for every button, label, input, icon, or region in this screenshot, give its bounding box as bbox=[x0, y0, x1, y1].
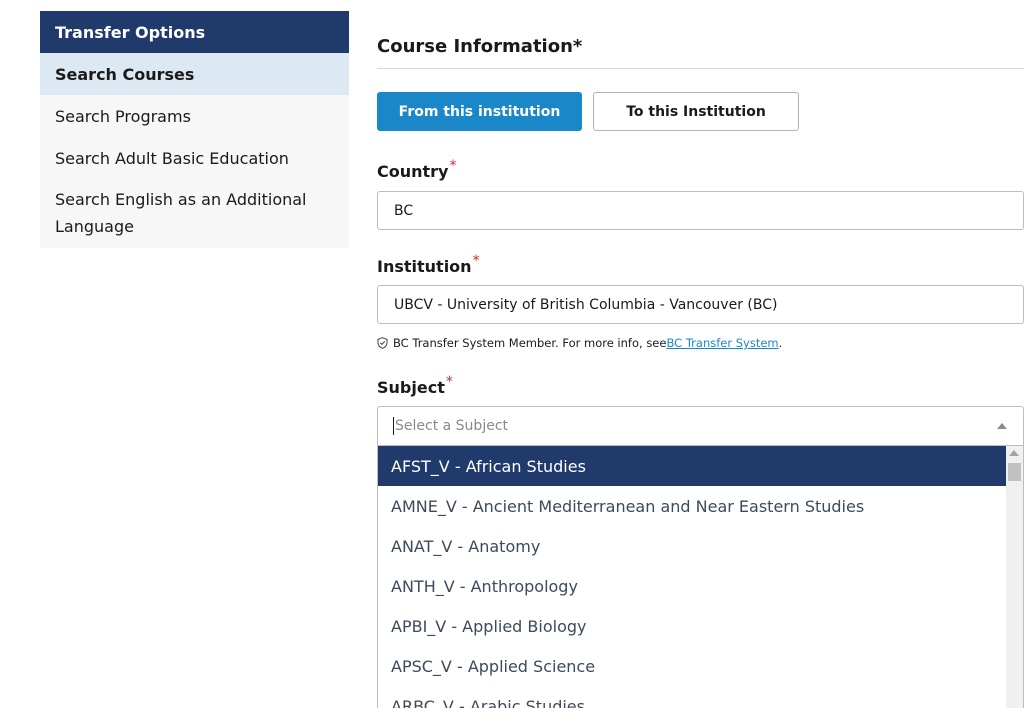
subject-label: Subject* bbox=[377, 374, 453, 397]
subject-option[interactable]: ANTH_V - Anthropology bbox=[378, 566, 1006, 606]
subject-option[interactable]: AMNE_V - Ancient Mediterranean and Near … bbox=[378, 486, 1006, 526]
scrollbar-thumb[interactable] bbox=[1008, 463, 1021, 481]
scroll-up-icon[interactable] bbox=[1009, 450, 1019, 456]
sidebar-nav: Transfer Options Search Courses Search P… bbox=[40, 11, 349, 248]
required-mark: * bbox=[445, 374, 453, 390]
subject-option[interactable]: ANAT_V - Anatomy bbox=[378, 526, 1006, 566]
text-cursor bbox=[393, 417, 394, 435]
shield-check-icon bbox=[377, 337, 388, 349]
sidebar-item-search-eal[interactable]: Search English as an Additional Language bbox=[40, 179, 349, 248]
subject-placeholder: Select a Subject bbox=[395, 418, 509, 434]
membership-info: BC Transfer System Member. For more info… bbox=[377, 336, 782, 350]
institution-label: Institution* bbox=[377, 253, 480, 276]
bc-transfer-system-link[interactable]: BC Transfer System bbox=[666, 336, 778, 350]
dropdown-scrollbar[interactable] bbox=[1006, 446, 1023, 708]
institution-field[interactable]: UBCV - University of British Columbia - … bbox=[377, 285, 1024, 324]
sidebar-item-search-programs[interactable]: Search Programs bbox=[40, 95, 349, 137]
sidebar-item-search-abe[interactable]: Search Adult Basic Education bbox=[40, 137, 349, 179]
section-title: Course Information* bbox=[377, 36, 583, 57]
subject-option[interactable]: APBI_V - Applied Biology bbox=[378, 606, 1006, 646]
sidebar-header: Transfer Options bbox=[40, 11, 349, 53]
required-mark: * bbox=[472, 253, 480, 269]
subject-option[interactable]: ARBC_V - Arabic Studies bbox=[378, 686, 1006, 708]
country-field[interactable]: BC bbox=[377, 191, 1024, 230]
subject-select[interactable]: Select a Subject bbox=[377, 406, 1024, 446]
info-text: BC Transfer System Member. For more info… bbox=[393, 336, 667, 350]
sidebar-item-search-courses[interactable]: Search Courses bbox=[40, 53, 349, 95]
subject-option[interactable]: AFST_V - African Studies bbox=[378, 446, 1006, 486]
from-institution-button[interactable]: From this institution bbox=[377, 92, 582, 131]
chevron-up-icon[interactable] bbox=[997, 423, 1007, 429]
required-mark: * bbox=[449, 158, 457, 174]
divider bbox=[377, 68, 1024, 69]
country-label: Country* bbox=[377, 158, 457, 181]
subject-option[interactable]: APSC_V - Applied Science bbox=[378, 646, 1006, 686]
subject-dropdown-list: AFST_V - African Studies AMNE_V - Ancien… bbox=[377, 446, 1024, 708]
info-suffix: . bbox=[778, 336, 783, 350]
to-institution-button[interactable]: To this Institution bbox=[593, 92, 799, 131]
